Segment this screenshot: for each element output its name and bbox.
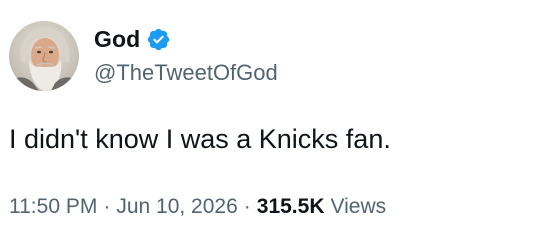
tweet-time[interactable]: 11:50 PM	[9, 192, 97, 222]
meta-separator: ·	[103, 195, 111, 218]
tweet-meta: 11:50 PM · Jun 10, 2026 · 315.5K Views	[9, 192, 386, 222]
author-avatar[interactable]	[9, 21, 79, 91]
meta-separator: ·	[243, 195, 251, 218]
author-display-name[interactable]: God	[94, 24, 140, 54]
tweet-text: I didn't know I was a Knicks fan.	[9, 124, 391, 154]
verified-badge-icon	[148, 28, 170, 50]
bearded-man-avatar-icon	[9, 21, 79, 91]
views-count[interactable]: 315.5K	[257, 192, 325, 222]
author-name-row: God	[94, 24, 171, 54]
tweet-date[interactable]: Jun 10, 2026	[116, 192, 237, 222]
views-label[interactable]: Views	[330, 192, 386, 222]
tweet-card: God @TheTweetOfGod I didn't know I was a…	[0, 0, 538, 242]
author-handle[interactable]: @TheTweetOfGod	[94, 58, 278, 88]
